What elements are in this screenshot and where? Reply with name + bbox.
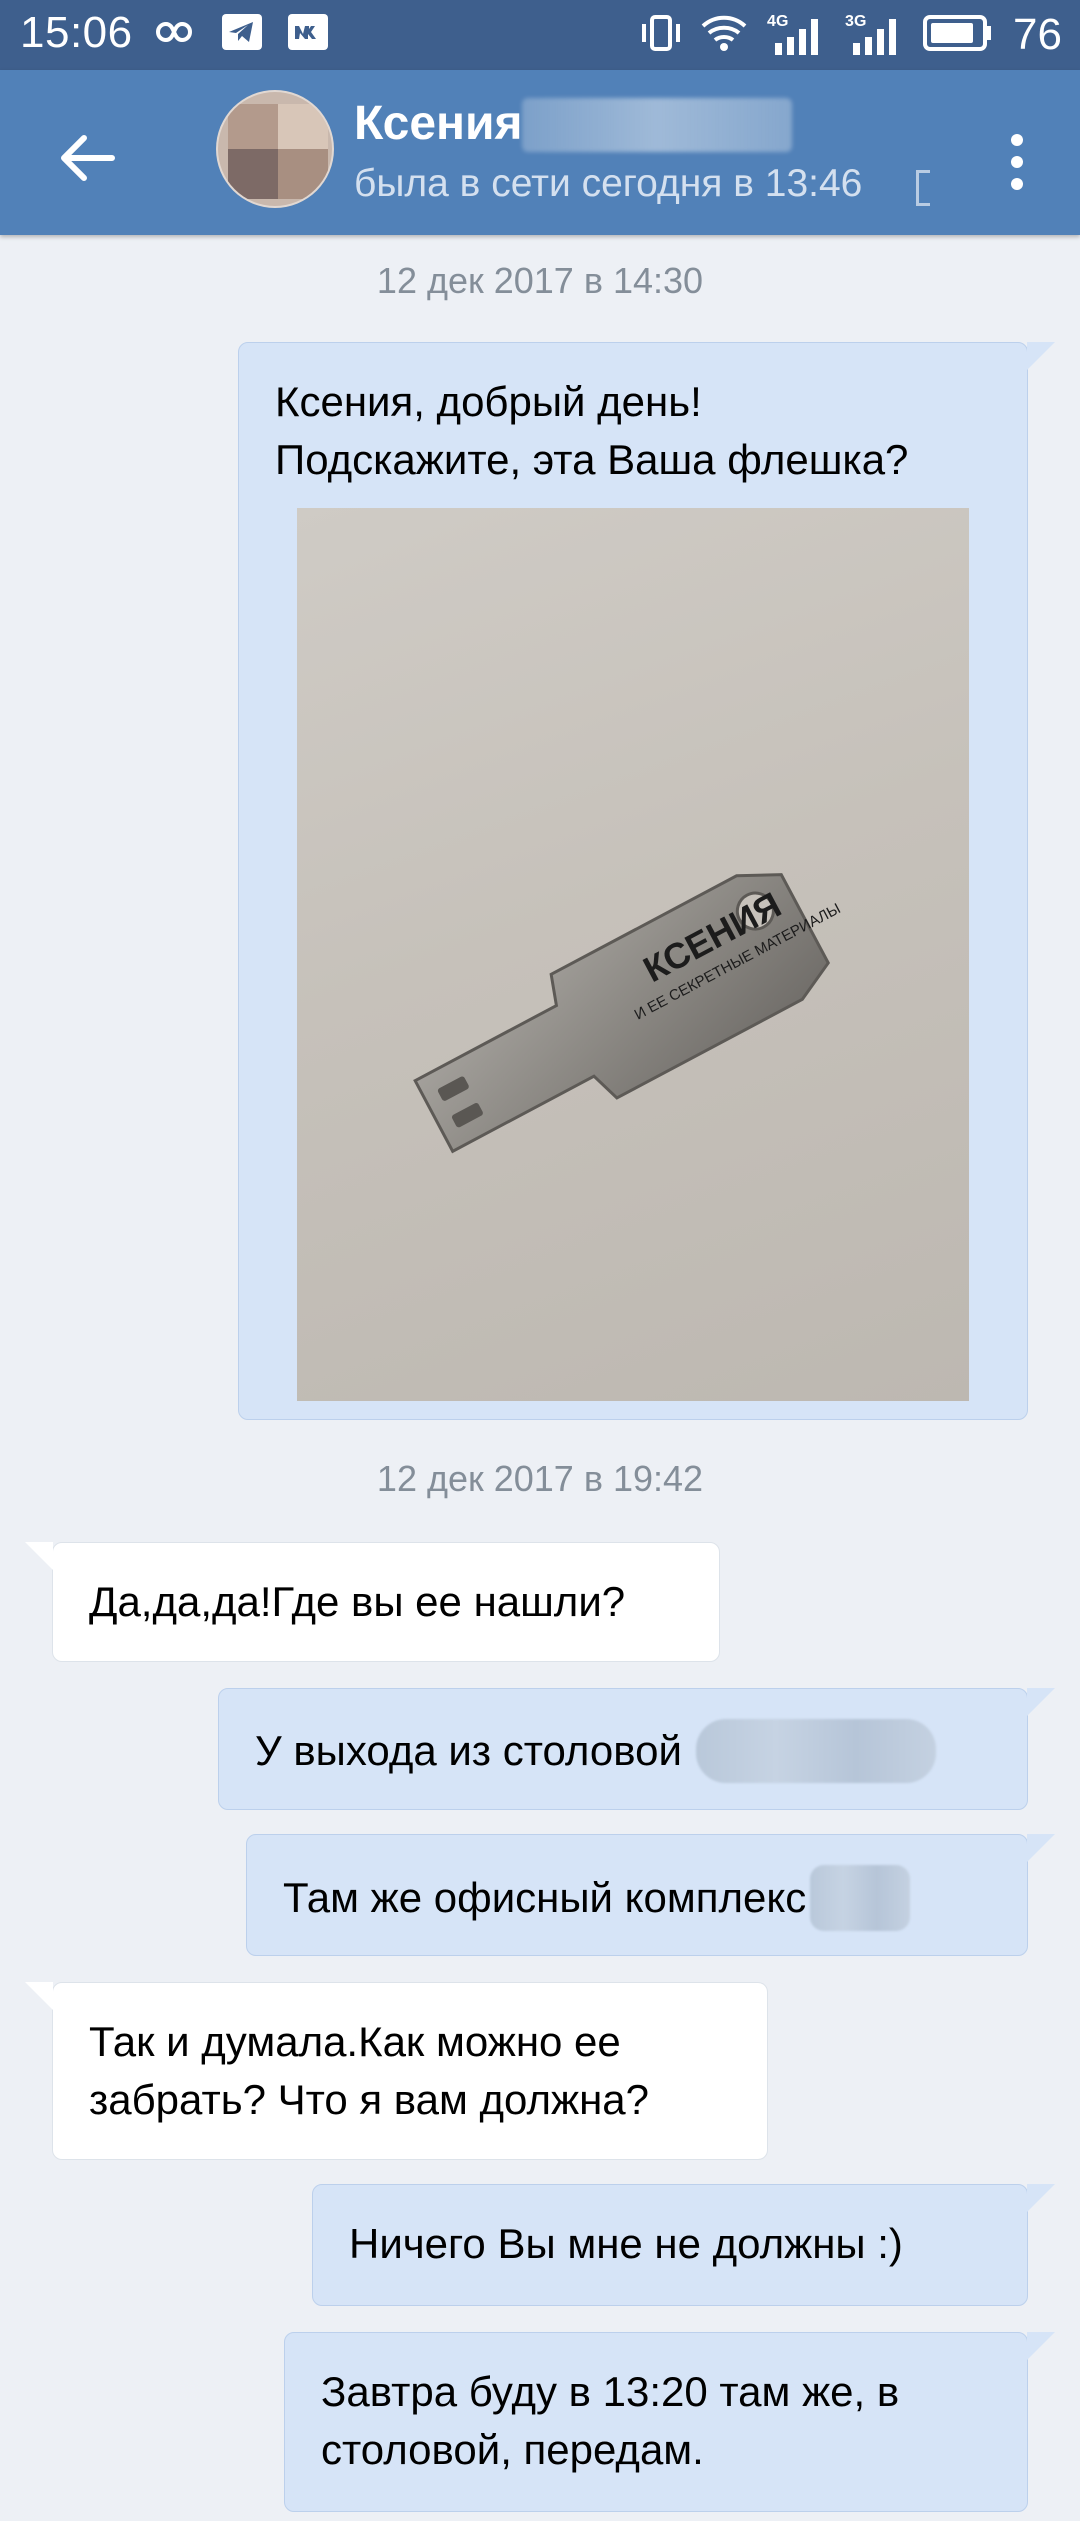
message-text: Да,да,да!Где вы ее нашли? bbox=[89, 1578, 626, 1625]
message-text: Так и думала.Как можно ее забрать? Что я… bbox=[89, 2018, 650, 2123]
notification-icons bbox=[146, 13, 328, 55]
usb-key-drive-image: КСЕНИЯ И ЕЕ СЕКРЕТНЫЕ МАТЕРИАЛЫ bbox=[413, 873, 843, 1154]
message-text: Ксения, добрый день! Подскажите, эта Ваш… bbox=[275, 378, 909, 483]
battery-percent: 76 bbox=[1013, 10, 1062, 59]
signal-4g-icon: 4G bbox=[767, 13, 825, 55]
contact-last-seen: была в сети сегодня в 13:46 bbox=[354, 162, 863, 205]
redacted-text bbox=[810, 1865, 911, 1931]
vk-icon bbox=[288, 13, 328, 55]
message-text: Ничего Вы мне не должны :) bbox=[349, 2220, 903, 2267]
date-separator: 12 дек 2017 в 19:42 bbox=[376, 1458, 704, 1499]
message-bubble-in[interactable]: Так и думала.Как можно ее забрать? Что я… bbox=[25, 1982, 768, 2160]
message-bubble-out[interactable]: Завтра буду в 13:20 там же, в столовой, … bbox=[284, 2332, 1055, 2512]
message-text: У выхода из столовой bbox=[255, 1727, 682, 1774]
chat-header: Ксения была в сети сегодня в 13:46 bbox=[0, 70, 1080, 235]
message-text: Там же офисный комплекс bbox=[283, 1874, 807, 1921]
message-bubble-out[interactable]: Ничего Вы мне не должны :) bbox=[312, 2184, 1055, 2306]
date-separator: 12 дек 2017 в 14:30 bbox=[376, 260, 704, 301]
telegram-icon bbox=[222, 13, 262, 55]
wifi-icon bbox=[701, 14, 747, 57]
more-menu-button[interactable] bbox=[992, 122, 1042, 202]
message-bubble-out[interactable]: У выхода из столовой bbox=[218, 1688, 1055, 1810]
vibrate-icon bbox=[641, 14, 681, 57]
redacted-surname bbox=[522, 98, 792, 152]
message-bubble-in[interactable]: Да,да,да!Где вы ее нашли? bbox=[25, 1542, 720, 1662]
status-time: 15:06 bbox=[20, 8, 133, 57]
battery-icon bbox=[923, 14, 993, 56]
more-vertical-icon bbox=[1011, 134, 1023, 190]
redacted-status-tail bbox=[916, 170, 930, 206]
arrow-left-icon bbox=[61, 135, 115, 181]
redacted-text bbox=[695, 1719, 936, 1783]
system-icons: 4G 3G 76 bbox=[641, 10, 1062, 60]
status-bar: 15:06 4G 3G 76 bbox=[0, 0, 1080, 70]
avatar[interactable] bbox=[216, 90, 334, 208]
message-text: Завтра буду в 13:20 там же, в столовой, … bbox=[321, 2368, 900, 2473]
message-photo[interactable]: КСЕНИЯ И ЕЕ СЕКРЕТНЫЕ МАТЕРИАЛЫ bbox=[297, 508, 969, 1401]
message-bubble-out[interactable]: Там же офисный комплекс bbox=[246, 1834, 1055, 1956]
back-button[interactable] bbox=[48, 118, 128, 198]
contact-name[interactable]: Ксения bbox=[354, 96, 523, 151]
signal-3g-icon: 3G bbox=[845, 13, 903, 55]
infinity-icon bbox=[146, 17, 196, 52]
